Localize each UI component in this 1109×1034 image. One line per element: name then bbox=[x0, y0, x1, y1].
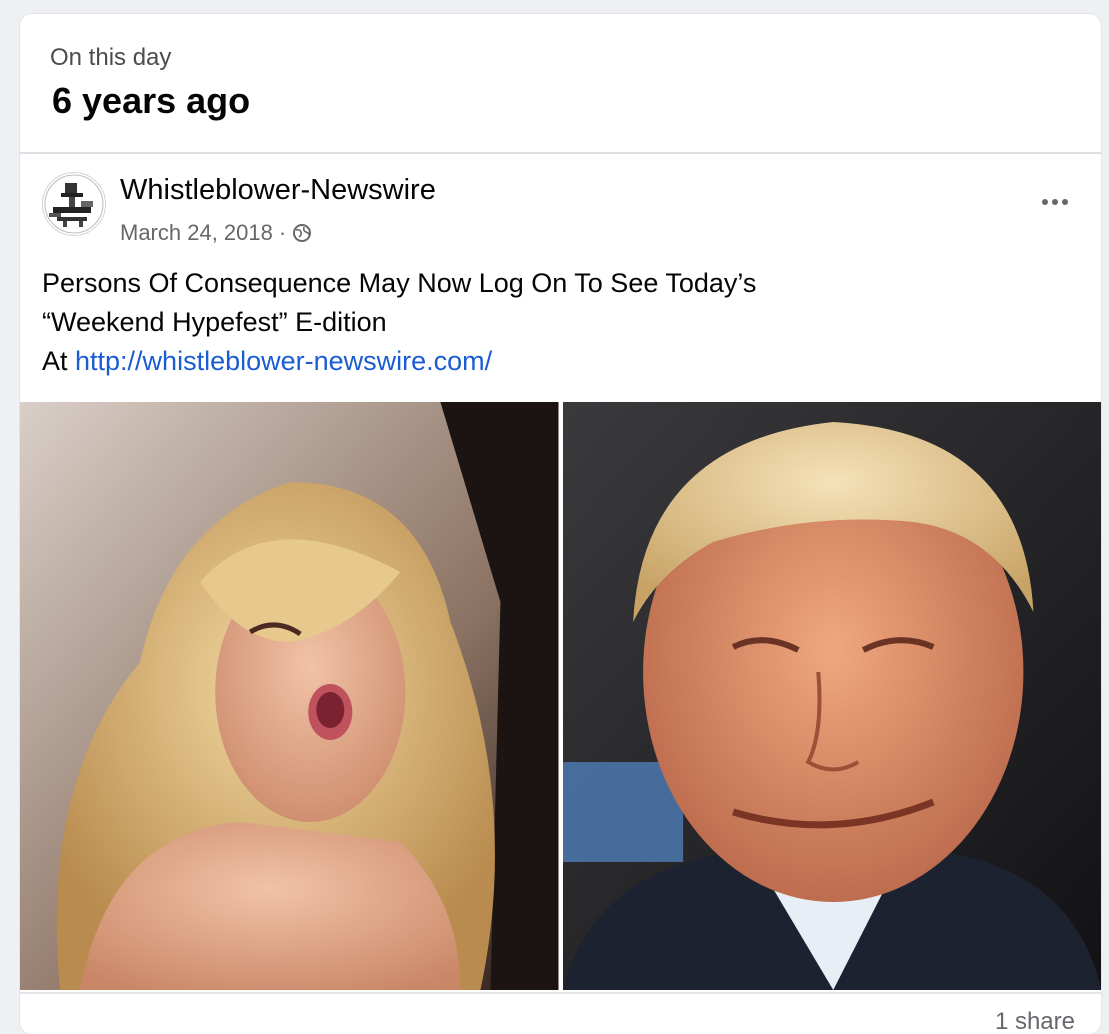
post-text-line3: At http://whistleblower-newswire.com/ bbox=[42, 342, 1079, 381]
photo-left[interactable] bbox=[20, 402, 559, 990]
globe-icon[interactable] bbox=[292, 223, 312, 243]
page-name-link[interactable]: Whistleblower-Newswire bbox=[120, 174, 436, 207]
post-text-line2: “Weekend Hypefest” E-dition bbox=[42, 307, 387, 337]
photo-grid bbox=[20, 402, 1101, 990]
post-footer: 1 share bbox=[20, 992, 1101, 1034]
photo-right[interactable] bbox=[562, 402, 1101, 990]
smiling-man-photo-icon bbox=[562, 402, 1101, 990]
post-date[interactable]: March 24, 2018 bbox=[120, 220, 273, 246]
more-options-icon bbox=[1042, 199, 1068, 205]
meta-separator: · bbox=[278, 220, 287, 245]
post-link[interactable]: http://whistleblower-newswire.com/ bbox=[75, 346, 492, 376]
post-header: Whistleblower-Newswire March 24, 2018 · bbox=[20, 154, 1101, 254]
page-avatar[interactable] bbox=[42, 172, 106, 236]
memory-header: On this day 6 years ago bbox=[20, 14, 1101, 154]
post-text-line1: Persons Of Consequence May Now Log On To… bbox=[42, 268, 757, 298]
post-text: Persons Of Consequence May Now Log On To… bbox=[20, 254, 1101, 384]
memory-title: 6 years ago bbox=[52, 80, 251, 121]
memory-card: On this day 6 years ago Whistleblower-Ne… bbox=[20, 14, 1101, 1034]
more-options-button[interactable] bbox=[1031, 184, 1079, 220]
post-meta: March 24, 2018 · bbox=[120, 220, 312, 246]
blonde-woman-photo-icon bbox=[20, 402, 559, 990]
share-count[interactable]: 1 share bbox=[995, 1008, 1075, 1034]
memory-subtitle: On this day bbox=[50, 44, 172, 71]
printing-press-logo-icon bbox=[43, 173, 105, 235]
post-text-prefix: At bbox=[42, 346, 76, 376]
